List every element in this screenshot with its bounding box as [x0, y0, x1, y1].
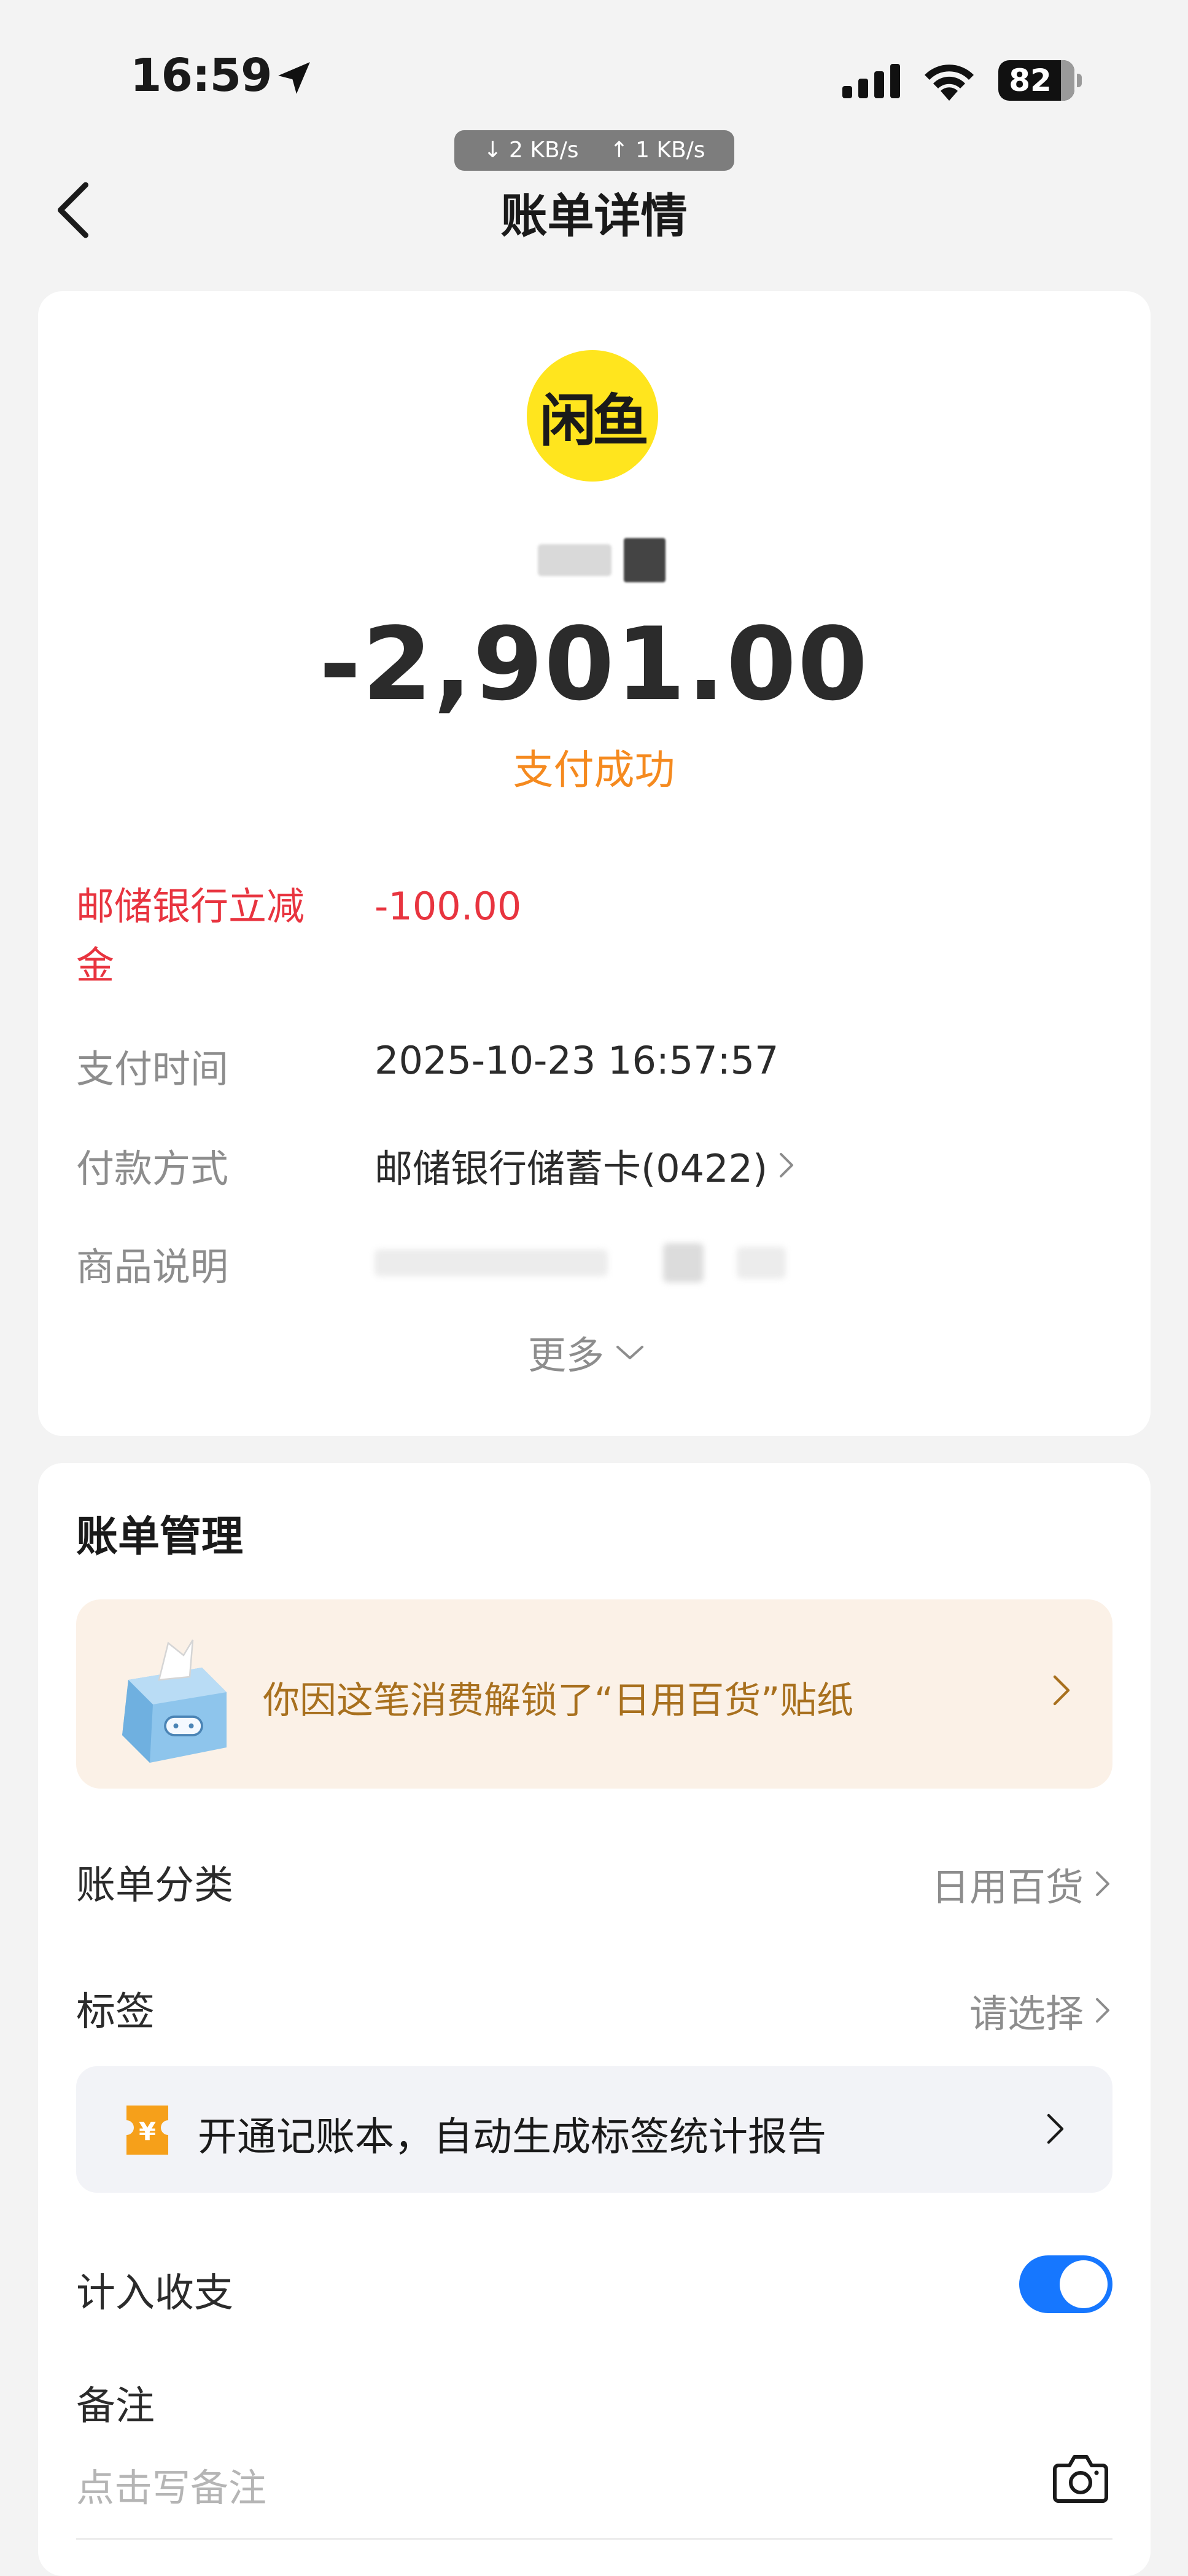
network-speed-badge: ↓ 2 KB/s ↑ 1 KB/s — [454, 130, 734, 171]
tissue-box-icon — [122, 1639, 227, 1763]
goods-desc-label: 商品说明 — [76, 1244, 229, 1289]
chevron-right-icon — [1047, 2113, 1064, 2144]
discount-value: -100.00 — [375, 884, 522, 929]
more-label: 更多 — [528, 1333, 605, 1378]
chevron-right-icon — [1096, 1872, 1109, 1896]
pay-time-label: 支付时间 — [76, 1047, 229, 1091]
camera-icon[interactable] — [1051, 2451, 1110, 2505]
category-label: 账单分类 — [76, 1863, 233, 1908]
income-toggle[interactable] — [1019, 2255, 1112, 2313]
tag-label: 标签 — [76, 1989, 155, 2035]
payment-status: 支付成功 — [513, 746, 675, 794]
income-toggle-label: 计入收支 — [76, 2271, 233, 2316]
section-title: 账单管理 — [76, 1513, 244, 1561]
bill-amount: -2,901.00 — [319, 606, 869, 723]
wifi-icon — [925, 64, 974, 101]
goods-desc-redacted — [368, 1241, 798, 1285]
category-selector[interactable]: 日用百货 — [931, 1856, 1112, 1911]
status-time: 16:59 — [130, 49, 273, 102]
toggle-knob — [1060, 2260, 1108, 2308]
discount-label: 邮储银行立减金 — [76, 884, 305, 988]
promo-text: 开通记账本，自动生成标签统计报告 — [198, 2115, 826, 2160]
pay-method-value: 邮储银行储蓄卡(0422) — [375, 1146, 768, 1191]
pay-method-row[interactable]: 邮储银行储蓄卡(0422) — [375, 1138, 796, 1193]
chevron-down-icon — [616, 1346, 644, 1359]
pay-time-value: 2025-10-23 16:57:57 — [375, 1038, 779, 1083]
chevron-right-icon — [1096, 1998, 1109, 2023]
merchant-name-redacted — [538, 538, 666, 582]
net-up: ↑ 1 KB/s — [610, 138, 705, 163]
ledger-coupon-icon: ¥ — [126, 2106, 168, 2155]
chevron-right-icon — [780, 1153, 794, 1177]
note-label: 备注 — [76, 2384, 155, 2429]
tag-value: 请选择 — [969, 1991, 1084, 2036]
page-title: 账单详情 — [500, 189, 688, 243]
chevron-right-icon — [1053, 1675, 1070, 1706]
battery-indicator: 82 — [998, 60, 1082, 101]
location-arrow-icon — [278, 62, 310, 94]
promo-icon-glyph: ¥ — [139, 2118, 156, 2146]
tag-selector[interactable]: 请选择 — [969, 1983, 1112, 2038]
more-button[interactable]: 更多 — [528, 1324, 647, 1380]
pay-method-label: 付款方式 — [76, 1146, 229, 1191]
merchant-logo: 闲鱼 — [527, 350, 658, 482]
category-value: 日用百货 — [931, 1865, 1084, 1910]
signal-icon — [842, 64, 900, 98]
divider — [76, 2538, 1112, 2540]
note-input[interactable]: 点击写备注 — [76, 2457, 266, 2512]
sticker-text: 你因这笔消费解锁了“日用百货”贴纸 — [263, 1679, 854, 1722]
net-down: ↓ 2 KB/s — [483, 138, 579, 163]
battery-level: 82 — [1009, 63, 1052, 98]
